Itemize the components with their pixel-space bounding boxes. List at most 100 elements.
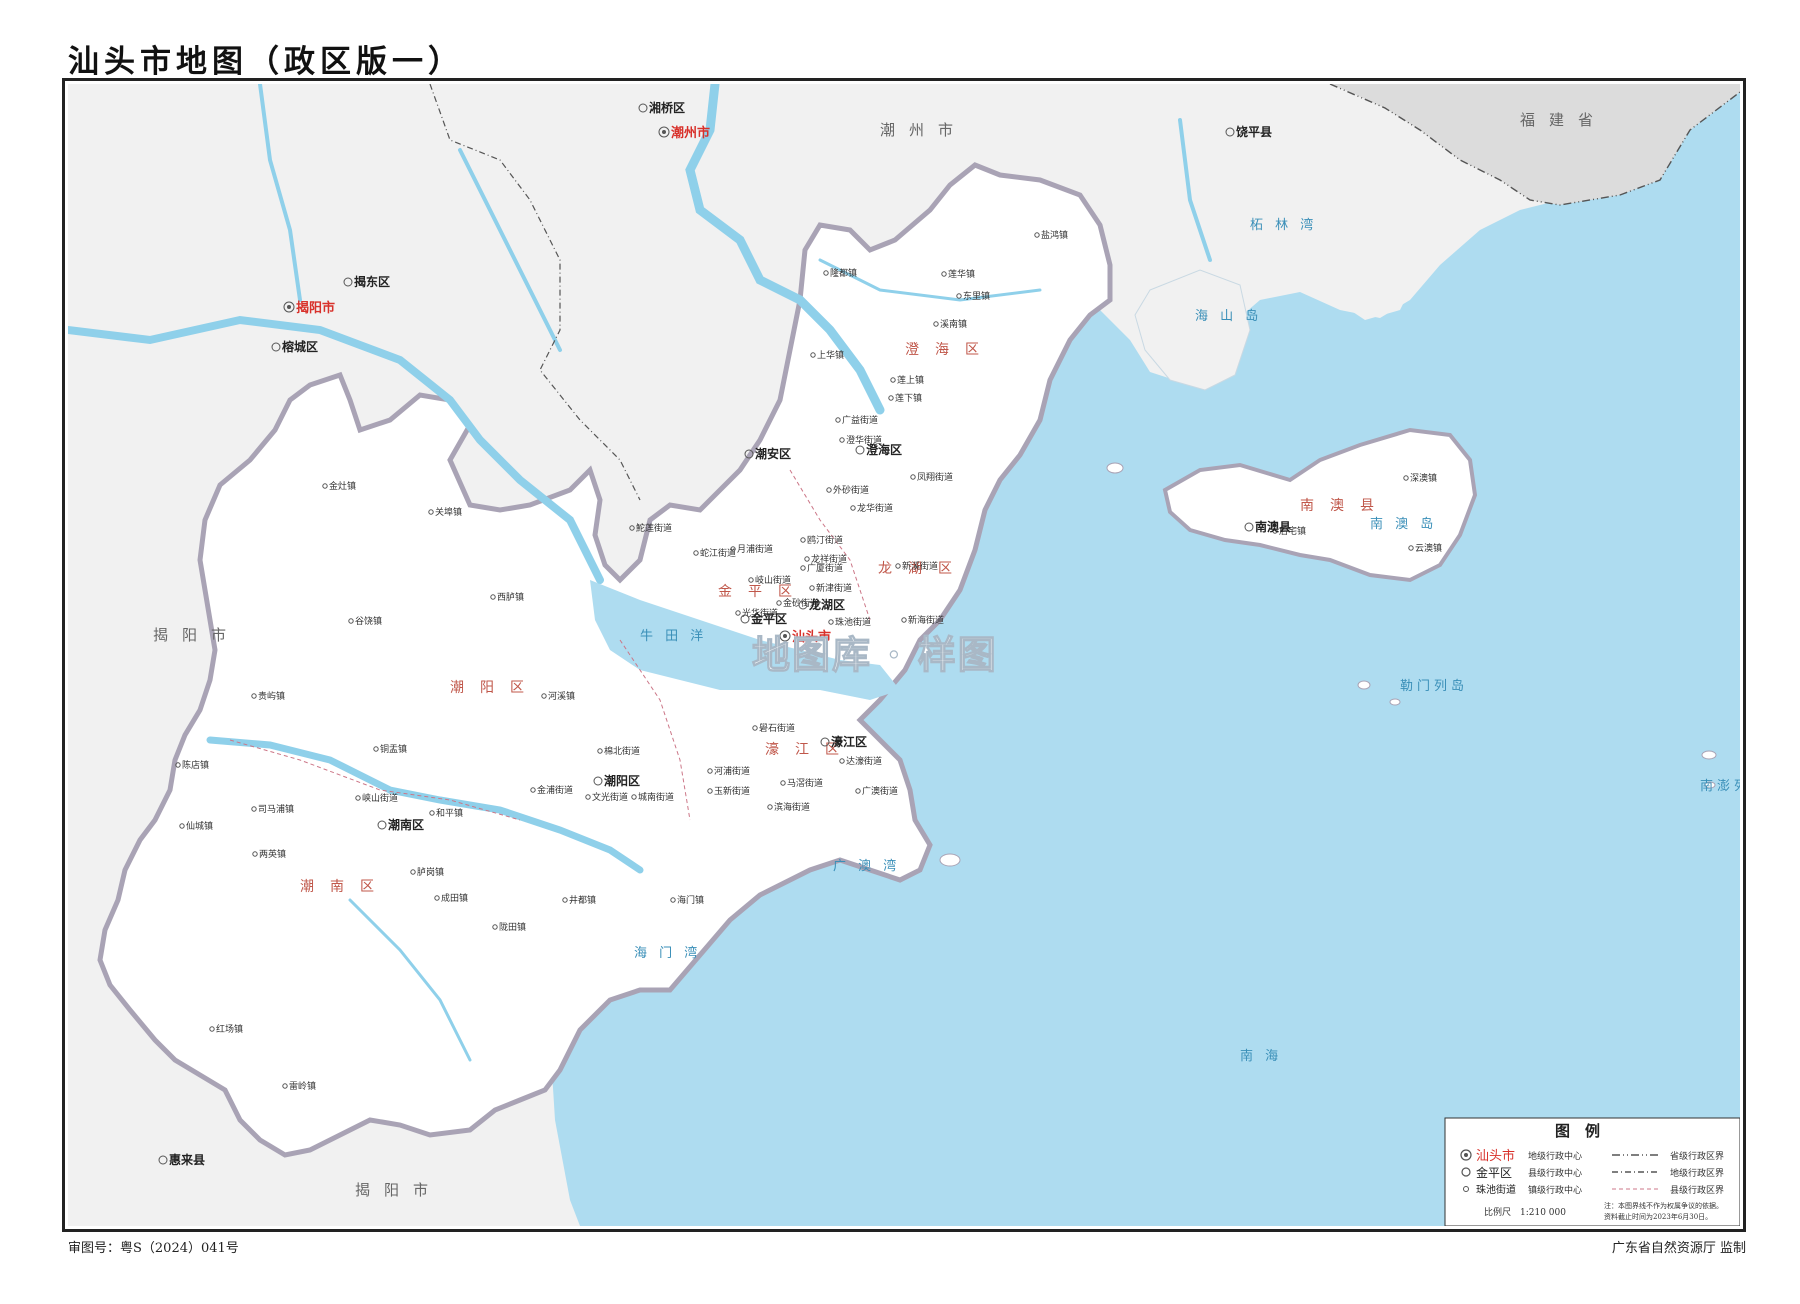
region-name: 潮州市 xyxy=(880,121,967,139)
town-name: 成田镇 xyxy=(441,892,468,904)
county-center: 饶平县 xyxy=(1236,124,1272,139)
town-name: 鸥汀街道 xyxy=(807,534,843,546)
town-name: 外砂街道 xyxy=(833,484,869,496)
town-name: 广益街道 xyxy=(842,414,878,426)
town-name: 鮀莲街道 xyxy=(636,522,672,534)
town-name: 海门镇 xyxy=(677,894,704,906)
town-name: 广澳街道 xyxy=(862,785,898,797)
county-center: 潮安区 xyxy=(755,446,791,461)
water-name: 柘 林 湾 xyxy=(1250,217,1317,233)
map-canvas[interactable]: 潮州市揭阳市揭阳市福建省 南 海海 门 湾广 澳 湾柘 林 湾牛 田 洋勒门列岛… xyxy=(68,84,1740,1226)
water-name: 海 山 岛 xyxy=(1195,308,1262,324)
legend-note-1: 注：本图界线不作为权属争议的依据。 xyxy=(1604,1201,1723,1210)
county-center: 惠来县 xyxy=(169,1152,205,1167)
water-name: 海 门 湾 xyxy=(634,945,701,961)
town-name: 珠池街道 xyxy=(835,616,871,628)
town-name: 深澳镇 xyxy=(1410,472,1437,484)
county-center: 榕城区 xyxy=(282,339,318,354)
legend-row-1-desc: 地级行政中心 xyxy=(1528,1150,1582,1162)
legend-row-3-sample: 珠池街道 xyxy=(1476,1183,1516,1196)
town-name: 礐石街道 xyxy=(759,722,795,734)
town-name: 城南街道 xyxy=(638,791,674,803)
town-name: 莲华镇 xyxy=(948,268,975,280)
islet-3 xyxy=(1389,698,1401,706)
prefecture-center: 潮州市 xyxy=(671,125,710,141)
town-name: 盐鸿镇 xyxy=(1041,229,1068,241)
region-name: 福建省 xyxy=(1520,111,1607,129)
legend: 图 例 汕头市 地级行政中心 省级行政区界 金平区 县级行政中心 地级行政区界 … xyxy=(1444,1117,1740,1226)
legend-scale-label: 比例尺 xyxy=(1484,1206,1511,1218)
legend-note-2: 资料截止时间为2023年6月30日。 xyxy=(1604,1212,1712,1221)
town-name: 谷饶镇 xyxy=(355,615,382,627)
islet-1 xyxy=(1106,462,1124,474)
town-name: 东里镇 xyxy=(963,290,990,302)
prefecture-center: 揭阳市 xyxy=(296,300,335,316)
town-name: 新海街道 xyxy=(908,614,944,626)
district-name: 潮南区 xyxy=(300,879,390,895)
town-name: 雷岭镇 xyxy=(289,1080,316,1092)
town-name: 西胪镇 xyxy=(497,591,524,603)
town-name: 凤翔街道 xyxy=(917,471,953,483)
district-name: 金平区 xyxy=(718,584,808,600)
legend-prefecture-symbol-inner xyxy=(1464,1153,1468,1157)
town-name: 新津街道 xyxy=(816,582,852,594)
watermark: 地图库 · 样图 xyxy=(752,632,998,677)
town-name: 井都镇 xyxy=(569,894,596,906)
town-name: 河溪镇 xyxy=(548,690,575,702)
town-name: 铜盂镇 xyxy=(380,743,407,755)
county-center: 潮南区 xyxy=(388,817,424,832)
town-name: 贵屿镇 xyxy=(258,690,285,702)
town-name: 棉北街道 xyxy=(604,745,640,757)
legend-row-2-sample: 金平区 xyxy=(1476,1165,1512,1180)
town-name: 陈店镇 xyxy=(182,759,209,771)
prefecture-symbol-inner xyxy=(287,305,291,309)
town-name: 上华镇 xyxy=(817,349,844,361)
town-name: 岐山街道 xyxy=(755,574,791,586)
town-name: 金灶镇 xyxy=(329,480,356,492)
islet-6 xyxy=(939,853,961,867)
legend-row-3-line: 县级行政区界 xyxy=(1670,1184,1724,1196)
town-name: 陇田镇 xyxy=(499,921,526,933)
county-center: 湘桥区 xyxy=(649,100,685,115)
water-name: 勒门列岛 xyxy=(1400,678,1468,694)
islet-2 xyxy=(1357,680,1371,690)
water-name: 南 澳 岛 xyxy=(1370,516,1437,532)
legend-row-1-sample: 汕头市 xyxy=(1476,1148,1515,1164)
legend-heading: 图 例 xyxy=(1555,1122,1600,1140)
town-name: 隆都镇 xyxy=(830,267,857,279)
region-name: 揭阳市 xyxy=(355,1181,442,1199)
county-center: 龙湖区 xyxy=(809,597,845,612)
town-name: 峡山街道 xyxy=(362,792,398,804)
legend-row-3-desc: 镇级行政中心 xyxy=(1528,1184,1582,1196)
town-name: 关埠镇 xyxy=(435,506,462,518)
town-name: 莲下镇 xyxy=(895,392,922,404)
islet-4 xyxy=(1701,750,1717,760)
water-name: 南澎列岛 xyxy=(1700,778,1740,794)
legend-scale-value: 1:210 000 xyxy=(1520,1208,1566,1218)
town-name: 文光街道 xyxy=(592,791,628,803)
town-name: 云澳镇 xyxy=(1415,542,1442,554)
prefecture-symbol-inner xyxy=(662,130,666,134)
district-name: 澄海区 xyxy=(905,342,995,358)
town-name: 玉新街道 xyxy=(714,785,750,797)
district-name: 潮阳区 xyxy=(450,680,540,696)
water-name: 牛 田 洋 xyxy=(640,629,707,644)
county-center: 澄海区 xyxy=(866,442,902,457)
town-name: 马滘街道 xyxy=(787,777,823,789)
water-name: 南 海 xyxy=(1240,1048,1282,1064)
town-name: 新溪街道 xyxy=(902,560,938,572)
map-title: 汕头市地图（政区版一） xyxy=(68,44,464,80)
town-name: 金浦街道 xyxy=(537,784,573,796)
town-name: 仙城镇 xyxy=(186,820,213,832)
county-center: 潮阳区 xyxy=(604,773,640,788)
town-name: 和平镇 xyxy=(436,807,463,819)
county-center: 金平区 xyxy=(750,611,787,626)
town-name: 月浦街道 xyxy=(737,543,773,555)
town-name: 达濠街道 xyxy=(846,755,882,767)
credit-line: 广东省自然资源厅 监制 xyxy=(1611,1241,1746,1256)
town-name: 莲上镇 xyxy=(897,374,924,386)
county-center: 南澳县 xyxy=(1255,519,1291,534)
water-name: 广 澳 湾 xyxy=(833,858,900,874)
town-name: 龙华街道 xyxy=(857,502,893,514)
county-center: 濠江区 xyxy=(831,734,867,749)
